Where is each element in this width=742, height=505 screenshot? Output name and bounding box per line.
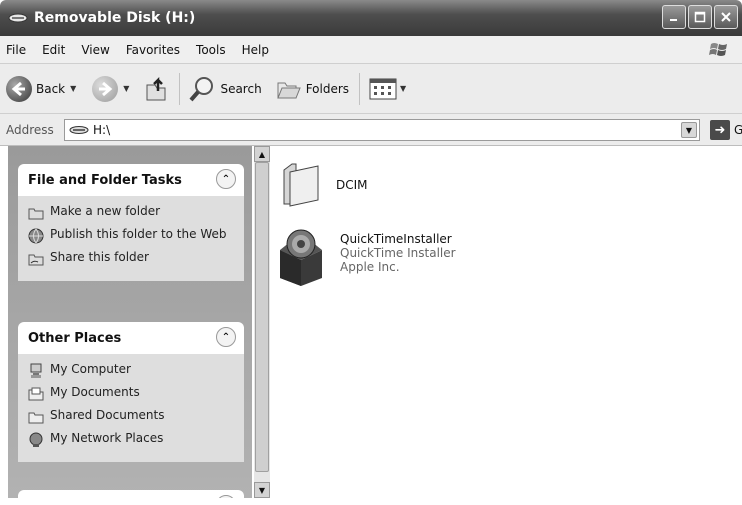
file-list: DCIM QuickTimeInstaller QuickTime Instal… bbox=[270, 146, 742, 498]
other-places-panel: Other Places ⌃ My Computer My Documents … bbox=[18, 322, 244, 462]
place-label: My Computer bbox=[50, 362, 131, 376]
place-my-computer[interactable]: My Computer bbox=[28, 362, 234, 379]
file-description: QuickTime Installer bbox=[340, 246, 456, 260]
task-publish-folder[interactable]: Publish this folder to the Web bbox=[28, 227, 234, 244]
chevron-down-icon[interactable]: ▼ bbox=[681, 122, 697, 138]
file-company: Apple Inc. bbox=[340, 260, 400, 274]
menu-file[interactable]: File bbox=[6, 43, 26, 57]
place-label: Shared Documents bbox=[50, 408, 165, 422]
panel-title: File and Folder Tasks bbox=[28, 172, 182, 188]
panel-header[interactable]: File and Folder Tasks ⌃ bbox=[18, 164, 244, 196]
maximize-icon bbox=[694, 11, 706, 23]
collapse-icon[interactable]: ⌃ bbox=[216, 495, 236, 498]
folders-label: Folders bbox=[305, 81, 350, 96]
go-arrow-icon: ➜ bbox=[710, 120, 730, 140]
menu-bar: File Edit View Favorites Tools Help bbox=[0, 36, 742, 64]
removable-disk-icon bbox=[69, 126, 89, 134]
close-icon bbox=[721, 12, 731, 22]
scroll-down-icon[interactable]: ▼ bbox=[254, 482, 270, 498]
folders-icon bbox=[276, 82, 301, 98]
views-grid-icon bbox=[369, 78, 397, 99]
address-input[interactable]: H:\ ▼ bbox=[64, 119, 700, 141]
place-label: My Network Places bbox=[50, 431, 164, 445]
documents-icon bbox=[28, 387, 44, 401]
search-label: Search bbox=[220, 81, 262, 96]
folder-icon bbox=[283, 163, 319, 207]
forward-arrow-icon bbox=[92, 75, 119, 102]
installer-box-icon bbox=[280, 229, 322, 286]
task-label: Make a new folder bbox=[50, 204, 161, 218]
back-arrow-icon bbox=[6, 75, 32, 102]
place-my-documents[interactable]: My Documents bbox=[28, 385, 234, 402]
folder-icon bbox=[28, 412, 44, 424]
place-label: My Documents bbox=[50, 385, 140, 399]
title-bar[interactable]: Removable Disk (H:) bbox=[0, 0, 742, 36]
address-label: Address bbox=[6, 122, 54, 137]
place-shared-documents[interactable]: Shared Documents bbox=[28, 408, 234, 425]
menu-tools[interactable]: Tools bbox=[196, 43, 226, 57]
toolbar-separator bbox=[359, 72, 361, 105]
globe-icon bbox=[28, 228, 44, 244]
forward-button[interactable]: ▼ bbox=[92, 71, 129, 107]
address-bar: Address H:\ ▼ ➜ Go bbox=[0, 114, 742, 146]
search-button[interactable]: Search bbox=[188, 71, 262, 107]
minimize-button[interactable] bbox=[662, 5, 686, 29]
window-title: Removable Disk (H:) bbox=[34, 10, 196, 26]
file-folder-tasks-panel: File and Folder Tasks ⌃ Make a new folde… bbox=[18, 164, 244, 281]
computer-icon bbox=[30, 363, 42, 378]
views-button[interactable]: ▼ bbox=[368, 71, 406, 107]
task-share-folder[interactable]: Share this folder bbox=[28, 250, 234, 267]
task-label: Share this folder bbox=[50, 250, 149, 264]
menu-help[interactable]: Help bbox=[242, 43, 269, 57]
share-folder-icon bbox=[28, 254, 44, 266]
chevron-down-icon[interactable]: ▼ bbox=[70, 84, 76, 93]
scroll-thumb[interactable] bbox=[255, 162, 269, 472]
chevron-down-icon[interactable]: ▼ bbox=[123, 84, 129, 93]
go-label: Go bbox=[734, 123, 742, 137]
windows-flag-icon bbox=[708, 39, 730, 61]
close-button[interactable] bbox=[714, 5, 738, 29]
minimize-icon bbox=[670, 19, 677, 21]
file-item-dcim[interactable]: DCIM bbox=[282, 160, 368, 208]
up-folder-button[interactable] bbox=[143, 71, 169, 107]
menu-view[interactable]: View bbox=[81, 43, 109, 57]
panel-header[interactable]: ⌃ bbox=[18, 490, 244, 498]
file-name: DCIM bbox=[336, 178, 368, 192]
folders-button[interactable]: Folders bbox=[276, 71, 349, 107]
up-folder-icon bbox=[146, 76, 166, 100]
toolbar-separator bbox=[179, 72, 181, 105]
panel-header[interactable]: Other Places ⌃ bbox=[18, 322, 244, 354]
menu-edit[interactable]: Edit bbox=[42, 43, 65, 57]
search-icon bbox=[189, 76, 214, 101]
collapse-icon[interactable]: ⌃ bbox=[216, 169, 236, 189]
panel-title: Other Places bbox=[28, 330, 122, 346]
file-name: QuickTimeInstaller bbox=[340, 232, 452, 246]
chevron-down-icon[interactable]: ▼ bbox=[400, 84, 406, 93]
address-value: H:\ bbox=[93, 123, 111, 137]
file-item-quicktimeinstaller[interactable]: QuickTimeInstaller QuickTime Installer A… bbox=[276, 226, 456, 288]
toolbar: Back ▼ ▼ Search Folders ▼ bbox=[0, 64, 742, 114]
task-pane-scrollbar[interactable]: ▲ ▼ bbox=[254, 146, 270, 498]
task-make-new-folder[interactable]: Make a new folder bbox=[28, 204, 234, 221]
scroll-up-icon[interactable]: ▲ bbox=[254, 146, 270, 162]
collapse-icon[interactable]: ⌃ bbox=[216, 327, 236, 347]
details-panel: ⌃ bbox=[18, 490, 244, 498]
task-pane: File and Folder Tasks ⌃ Make a new folde… bbox=[8, 146, 252, 498]
removable-disk-icon bbox=[8, 12, 28, 24]
back-label: Back bbox=[36, 81, 66, 96]
back-button[interactable]: Back ▼ bbox=[6, 71, 76, 107]
menu-favorites[interactable]: Favorites bbox=[126, 43, 180, 57]
place-my-network-places[interactable]: My Network Places bbox=[28, 431, 234, 448]
new-folder-icon bbox=[28, 208, 44, 220]
network-globe-icon bbox=[29, 432, 43, 447]
maximize-button[interactable] bbox=[688, 5, 712, 29]
go-button[interactable]: ➜ Go bbox=[710, 120, 742, 140]
task-label: Publish this folder to the Web bbox=[50, 227, 227, 241]
